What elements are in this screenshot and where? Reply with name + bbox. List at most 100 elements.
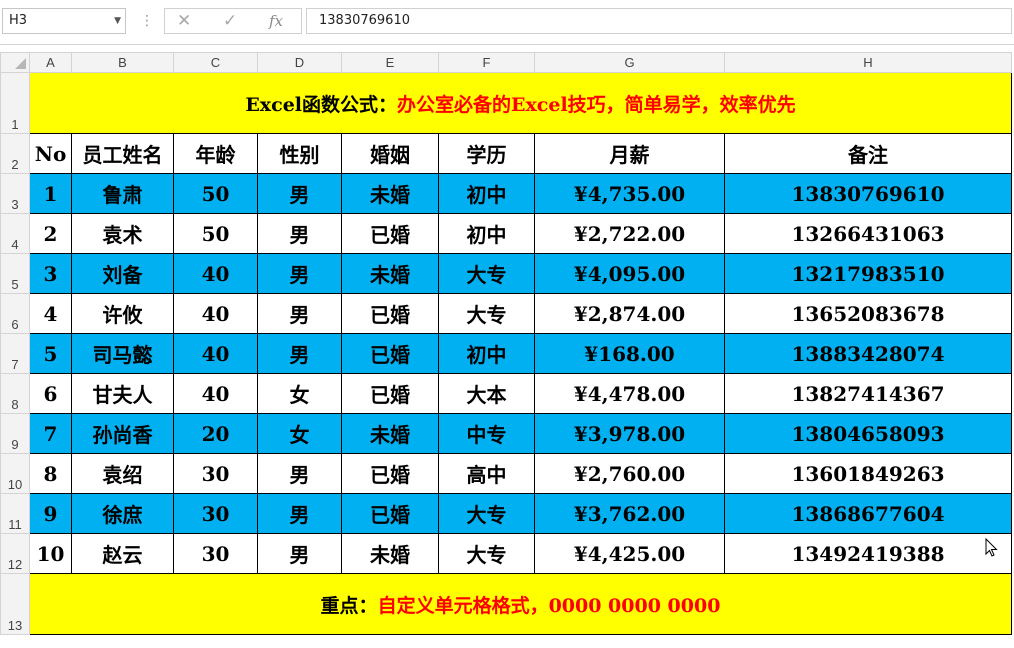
cell-age[interactable]: 50 [173,173,258,214]
row-header-12[interactable]: 12 [0,533,30,574]
cell-name[interactable]: 孙尚香 [71,413,174,454]
row-header-7[interactable]: 7 [0,333,30,374]
row-header-3[interactable]: 3 [0,173,30,214]
row-header-8[interactable]: 8 [0,373,30,414]
cell-no[interactable]: 10 [29,533,72,574]
column-header-h[interactable]: H [724,52,1012,73]
column-header-c[interactable]: C [173,52,258,73]
cell-salary[interactable]: ¥4,478.00 [534,373,725,414]
row-header-5[interactable]: 5 [0,253,30,294]
cell-name[interactable]: 许攸 [71,293,174,334]
row-header-1[interactable]: 1 [0,72,30,134]
cell-name[interactable]: 徐庶 [71,493,174,534]
cell-remark[interactable]: 13266431063 [724,213,1012,254]
select-all-corner[interactable] [0,52,30,73]
cell-education[interactable]: 初中 [438,173,535,214]
cell-gender[interactable]: 男 [257,213,342,254]
row-header-2[interactable]: 2 [0,133,30,174]
cell-education[interactable]: 初中 [438,333,535,374]
cell-salary[interactable]: ¥3,978.00 [534,413,725,454]
chevron-down-icon[interactable]: ▼ [114,9,121,33]
cell-age[interactable]: 40 [173,293,258,334]
cell-marriage[interactable]: 已婚 [341,333,439,374]
cell-salary[interactable]: ¥2,874.00 [534,293,725,334]
cell-age[interactable]: 40 [173,253,258,294]
cell-salary[interactable]: ¥4,735.00 [534,173,725,214]
cell-education[interactable]: 初中 [438,213,535,254]
cell-no[interactable]: 4 [29,293,72,334]
cell-no[interactable]: 9 [29,493,72,534]
cell-remark[interactable]: 13830769610 [724,173,1012,214]
row-header-6[interactable]: 6 [0,293,30,334]
cell-no[interactable]: 3 [29,253,72,294]
header-cell-marriage[interactable]: 婚姻 [341,133,439,174]
header-cell-age[interactable]: 年龄 [173,133,258,174]
cell-marriage[interactable]: 已婚 [341,373,439,414]
cell-gender[interactable]: 男 [257,333,342,374]
formula-input[interactable]: 13830769610 [306,8,1012,34]
column-header-b[interactable]: B [71,52,174,73]
cell-name[interactable]: 鲁肃 [71,173,174,214]
cell-marriage[interactable]: 已婚 [341,493,439,534]
name-box[interactable]: H3 ▼ [2,8,126,34]
header-cell-gender[interactable]: 性别 [257,133,342,174]
column-header-d[interactable]: D [257,52,342,73]
cell-remark[interactable]: 13217983510 [724,253,1012,294]
column-header-f[interactable]: F [438,52,535,73]
cell-age[interactable]: 20 [173,413,258,454]
cell-marriage[interactable]: 已婚 [341,213,439,254]
cell-name[interactable]: 袁绍 [71,453,174,494]
cell-marriage[interactable]: 未婚 [341,173,439,214]
cell-salary[interactable]: ¥4,425.00 [534,533,725,574]
cell-education[interactable]: 大专 [438,293,535,334]
cell-education[interactable]: 中专 [438,413,535,454]
cell-name[interactable]: 司马懿 [71,333,174,374]
header-cell-no[interactable]: No [29,133,72,174]
header-cell-remark[interactable]: 备注 [724,133,1012,174]
cell-remark[interactable]: 13804658093 [724,413,1012,454]
cell-gender[interactable]: 男 [257,253,342,294]
cell-remark[interactable]: 13652083678 [724,293,1012,334]
cell-gender[interactable]: 男 [257,533,342,574]
cell-age[interactable]: 40 [173,333,258,374]
cell-education[interactable]: 大专 [438,493,535,534]
cell-salary[interactable]: ¥4,095.00 [534,253,725,294]
cell-name[interactable]: 刘备 [71,253,174,294]
row-header-9[interactable]: 9 [0,413,30,454]
cell-salary[interactable]: ¥2,760.00 [534,453,725,494]
cell-name[interactable]: 甘夫人 [71,373,174,414]
cell-name[interactable]: 袁术 [71,213,174,254]
header-cell-education[interactable]: 学历 [438,133,535,174]
cell-age[interactable]: 40 [173,373,258,414]
cell-gender[interactable]: 男 [257,173,342,214]
cell-marriage[interactable]: 未婚 [341,413,439,454]
note-cell[interactable]: 重点：自定义单元格格式，0000 0000 0000 [29,573,1012,635]
cell-salary[interactable]: ¥3,762.00 [534,493,725,534]
cell-age[interactable]: 30 [173,493,258,534]
cell-education[interactable]: 大专 [438,533,535,574]
cell-marriage[interactable]: 未婚 [341,253,439,294]
header-cell-salary[interactable]: 月薪 [534,133,725,174]
cell-no[interactable]: 7 [29,413,72,454]
cell-no[interactable]: 1 [29,173,72,214]
cell-no[interactable]: 5 [29,333,72,374]
cell-education[interactable]: 大专 [438,253,535,294]
row-header-10[interactable]: 10 [0,453,30,494]
cell-gender[interactable]: 男 [257,293,342,334]
cell-age[interactable]: 50 [173,213,258,254]
title-cell[interactable]: Excel函数公式：办公室必备的Excel技巧，简单易学，效率优先 [29,72,1012,134]
close-icon[interactable]: ✕ [177,10,191,32]
header-cell-name[interactable]: 员工姓名 [71,133,174,174]
cell-education[interactable]: 大本 [438,373,535,414]
cell-no[interactable]: 6 [29,373,72,414]
cell-education[interactable]: 高中 [438,453,535,494]
cell-gender[interactable]: 女 [257,413,342,454]
cell-no[interactable]: 8 [29,453,72,494]
more-options-icon[interactable]: ⋮ [140,10,154,32]
column-header-g[interactable]: G [534,52,725,73]
function-icon[interactable]: fx [269,10,283,32]
cell-age[interactable]: 30 [173,453,258,494]
row-header-11[interactable]: 11 [0,493,30,534]
cell-marriage[interactable]: 已婚 [341,293,439,334]
cell-salary[interactable]: ¥2,722.00 [534,213,725,254]
